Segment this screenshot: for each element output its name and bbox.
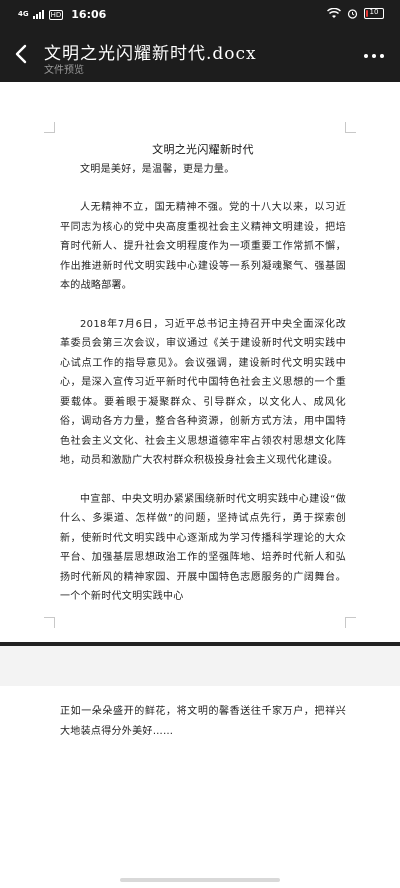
body-paragraph-2: 2018年7月6日，习近平总书记主持召开中央全面深化改革委员会第三次会议，审议通… bbox=[60, 318, 346, 467]
more-dots-icon bbox=[364, 54, 384, 58]
document-subtitle: 文件预览 bbox=[44, 65, 84, 76]
page-gap bbox=[0, 646, 400, 686]
document-body: 文明之光闪耀新时代 文明是美好，是温馨，更是力量。 人无精神不立，国无精神不强。… bbox=[60, 140, 346, 607]
crop-mark-top-right bbox=[345, 122, 356, 133]
battery-text: 10 bbox=[369, 8, 379, 16]
more-options-button[interactable] bbox=[362, 48, 386, 62]
status-bar: 4G HD 16:06 10 bbox=[0, 0, 400, 28]
body-paragraph-1: 人无精神不立，国无精神不强。党的十八大以来，以习近平同志为核心的党中央高度重视社… bbox=[60, 202, 346, 291]
home-indicator[interactable] bbox=[120, 878, 280, 882]
wifi-icon bbox=[327, 8, 341, 18]
document-page-2[interactable]: 正如一朵朵盛开的鲜花，将文明的馨香送往千家万户，把祥兴大地装点得分外美好…… bbox=[0, 686, 400, 888]
document-body-page-2: 正如一朵朵盛开的鲜花，将文明的馨香送往千家万户，把祥兴大地装点得分外美好…… bbox=[60, 702, 346, 741]
crop-mark-top-left bbox=[44, 122, 55, 133]
crop-mark-bottom-left bbox=[44, 617, 55, 628]
chevron-left-icon bbox=[15, 44, 27, 64]
body-paragraph-3: 中宣部、中央文明办紧紧围绕新时代文明实践中心建设“做什么、多渠道、怎样做”的问题… bbox=[60, 493, 346, 603]
title-bar: 文明之光闪耀新时代.docx 文件预览 bbox=[0, 28, 400, 82]
document-page-1[interactable]: 文明之光闪耀新时代 文明是美好，是温馨，更是力量。 人无精神不立，国无精神不强。… bbox=[0, 82, 400, 642]
hd-badge: HD bbox=[48, 9, 64, 20]
cellular-signal-icon bbox=[32, 10, 44, 19]
intro-paragraph: 文明是美好，是温馨，更是力量。 bbox=[80, 163, 235, 175]
status-right: 10 bbox=[327, 8, 384, 19]
back-button[interactable] bbox=[8, 40, 36, 68]
document-heading: 文明之光闪耀新时代 bbox=[152, 143, 254, 156]
status-left: 4G HD 16:06 bbox=[18, 8, 106, 21]
crop-mark-bottom-right bbox=[345, 617, 356, 628]
network-type-label: 4G bbox=[18, 10, 29, 18]
alarm-icon bbox=[347, 9, 358, 19]
body-paragraph-continuation: 正如一朵朵盛开的鲜花，将文明的馨香送往千家万户，把祥兴大地装点得分外美好…… bbox=[60, 706, 346, 737]
clock: 16:06 bbox=[71, 8, 107, 21]
battery-icon: 10 bbox=[364, 8, 384, 19]
